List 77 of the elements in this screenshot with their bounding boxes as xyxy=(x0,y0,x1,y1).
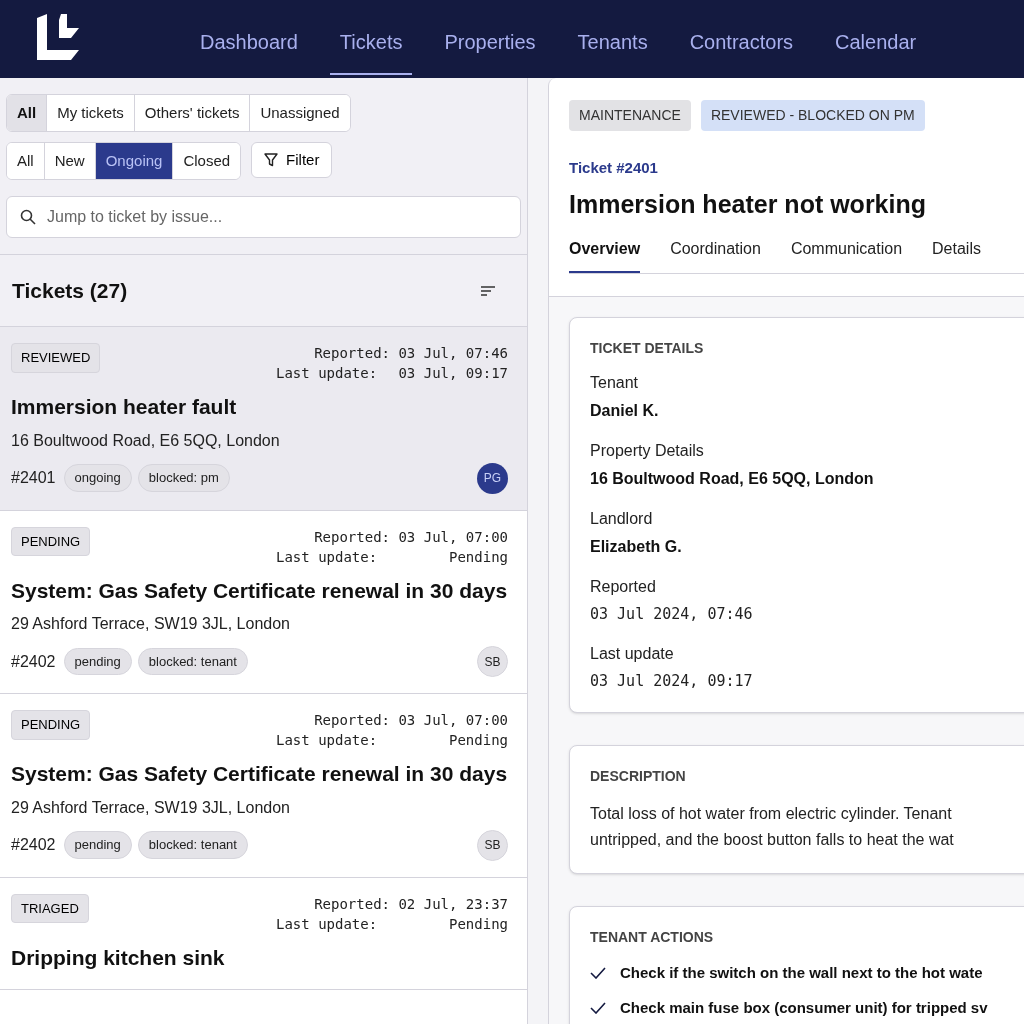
sort-icon[interactable] xyxy=(481,284,495,297)
field-value: Elizabeth G. xyxy=(590,537,683,557)
ticket-title: System: Gas Safety Certificate renewal in 30 days xyxy=(11,761,509,787)
ticket-reference: Ticket #2401 xyxy=(569,158,659,178)
last-update-time: Pending xyxy=(449,731,508,750)
ticket-title: Dripping kitchen sink xyxy=(11,944,226,971)
last-update-label: Last update: xyxy=(276,364,378,383)
ticket-address: 16 Boultwood Road, E6 5QQ, London xyxy=(11,430,281,451)
filter-icon xyxy=(264,153,279,167)
status-badge: PENDING xyxy=(11,526,91,556)
tag-pill: blocked: tenant xyxy=(137,647,248,676)
field-value: Daniel K. xyxy=(590,401,660,421)
nav-link[interactable]: Tenants xyxy=(567,3,658,75)
detail-tab[interactable]: Coordination xyxy=(670,237,761,273)
field-label: Last update xyxy=(590,643,675,664)
tag-pill: blocked: pm xyxy=(137,464,230,492)
ticket-address: 29 Ashford Terrace, SW19 3JL, London xyxy=(11,797,291,818)
section-heading: TICKET DETAILS xyxy=(590,339,705,358)
last-update-label: Last update: xyxy=(276,731,378,750)
tag-pill: blocked: tenant xyxy=(137,831,248,859)
tag-pill: ongoing xyxy=(63,464,132,492)
field-label: Reported xyxy=(590,577,657,597)
reported-time: Reported: 03 Jul, 07:00 xyxy=(314,527,508,547)
nav-link[interactable]: Calendar xyxy=(825,3,927,75)
ticket-number: #2401 xyxy=(11,468,56,488)
reported-time: Reported: 03 Jul, 07:46 xyxy=(314,344,508,363)
assignee-avatar: SB xyxy=(477,646,508,677)
assignee-avatar: SB xyxy=(477,829,508,861)
detail-tab[interactable]: Communication xyxy=(790,237,903,273)
field-label: Tenant xyxy=(590,373,640,393)
list-title: Tickets (27) xyxy=(12,277,128,304)
nav-link[interactable]: Properties xyxy=(434,3,546,75)
field-label: Property Details xyxy=(590,441,705,461)
field-value: 03 Jul 2024, 09:17 xyxy=(590,670,754,692)
ticket-number: #2402 xyxy=(11,835,56,855)
status-badge: TRIAGED xyxy=(11,893,89,923)
nav-link[interactable]: Dashboard xyxy=(190,3,308,75)
filter-button[interactable]: Filter xyxy=(251,142,333,178)
action-text: Check main fuse box (consumer unit) for tripped sv xyxy=(620,997,988,1018)
description-text: Total loss of hot water from electric cylinder. Tenant xyxy=(590,804,953,824)
search-field[interactable]: Jump to ticket by issue... xyxy=(6,196,521,238)
field-value: 16 Boultwood Road, E6 5QQ, London xyxy=(590,469,875,489)
field-label: Landlord xyxy=(590,509,654,529)
filter-tab[interactable]: Unassigned xyxy=(249,95,350,131)
nav-link[interactable]: Contractors xyxy=(679,3,804,75)
last-update-label: Last update: xyxy=(276,547,378,567)
tag-pill: pending xyxy=(63,831,132,859)
reported-time: Reported: 03 Jul, 07:00 xyxy=(314,711,508,730)
reported-time: Reported: 02 Jul, 23:37 xyxy=(314,894,508,914)
ticket-title: Immersion heater fault xyxy=(11,394,238,420)
ticket-number: #2402 xyxy=(11,651,56,672)
last-update-time: 03 Jul, 09:17 xyxy=(398,364,508,383)
search-icon xyxy=(20,209,36,225)
category-badge: REVIEWED - BLOCKED ON PM xyxy=(700,100,925,131)
nav-link[interactable]: Tickets xyxy=(329,3,413,75)
tag-pill: pending xyxy=(63,647,132,676)
filter-tab[interactable]: Closed xyxy=(172,143,241,179)
action-text: Check if the switch on the wall next to the hot wate xyxy=(620,963,983,983)
ticket-card[interactable]: REVIEWED Reported: 03 Jul, 07:46 Last update: 03 Jul, 09:17 Immersion heater fault 16 Boultwood Road, E6 5QQ, London #2401 ongoing blocked: pm PG xyxy=(0,327,527,511)
field-value: 03 Jul 2024, 07:46 xyxy=(590,604,754,625)
ticket-title: System: Gas Safety Certificate renewal in 30 days xyxy=(11,577,509,604)
filter-tab[interactable]: Ongoing xyxy=(94,143,173,179)
status-badge: PENDING xyxy=(11,710,91,740)
filter-tab[interactable]: All xyxy=(7,95,47,131)
ticket-heading: Immersion heater not working xyxy=(569,188,927,220)
section-heading: TENANT ACTIONS xyxy=(590,928,715,947)
description-text: untripped, and the boost button falls to heat the wat xyxy=(590,830,955,850)
detail-tab[interactable]: Details xyxy=(932,237,981,273)
assignee-avatar: PG xyxy=(477,462,508,494)
category-badge: MAINTENANCE xyxy=(569,100,691,131)
status-badge: REVIEWED xyxy=(11,343,101,373)
last-update-label: Last update: xyxy=(276,914,378,934)
last-update-time: Pending xyxy=(449,914,508,934)
detail-tab[interactable]: Overview xyxy=(569,237,641,273)
last-update-time: Pending xyxy=(449,547,508,567)
section-heading: DESCRIPTION xyxy=(590,767,687,786)
ticket-address: 29 Ashford Terrace, SW19 3JL, London xyxy=(11,614,291,634)
